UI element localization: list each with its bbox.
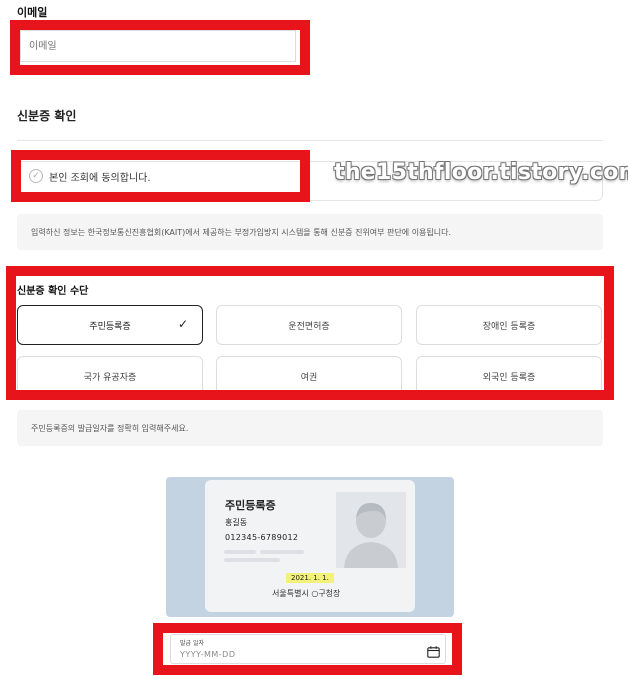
divider — [17, 140, 603, 141]
highlight-method — [6, 266, 614, 400]
hint-text: 주민등록증의 발급일자를 정확히 입력해주세요. — [31, 423, 189, 433]
card-name: 홍길동 — [225, 518, 248, 527]
email-label: 이메일 — [17, 6, 48, 19]
date-hint: 주민등록증의 발급일자를 정확히 입력해주세요. — [17, 410, 603, 446]
watermark: the15thfloor.tistory.com — [334, 160, 628, 185]
highlight-agree — [11, 150, 310, 202]
card-line — [224, 550, 256, 554]
card-date: 2021. 1. 1. — [286, 573, 334, 583]
card-line — [260, 550, 304, 554]
card-title: 주민등록증 — [225, 499, 276, 512]
section-title: 신분증 확인 — [17, 109, 77, 123]
highlight-email — [10, 20, 310, 75]
kait-notice: 입력하신 정보는 한국정보통신진흥협회(KAIT)에서 제공하는 부정가입방지 … — [17, 214, 603, 250]
highlight-issue-date — [153, 623, 462, 675]
card-issuer: 서울특별시 ○구청장 — [272, 589, 341, 598]
card-line — [224, 558, 280, 562]
portrait-icon — [336, 492, 406, 568]
card-number: 012345-6789012 — [225, 533, 299, 542]
notice-text: 입력하신 정보는 한국정보통신진흥협회(KAIT)에서 제공하는 부정가입방지 … — [31, 227, 452, 237]
